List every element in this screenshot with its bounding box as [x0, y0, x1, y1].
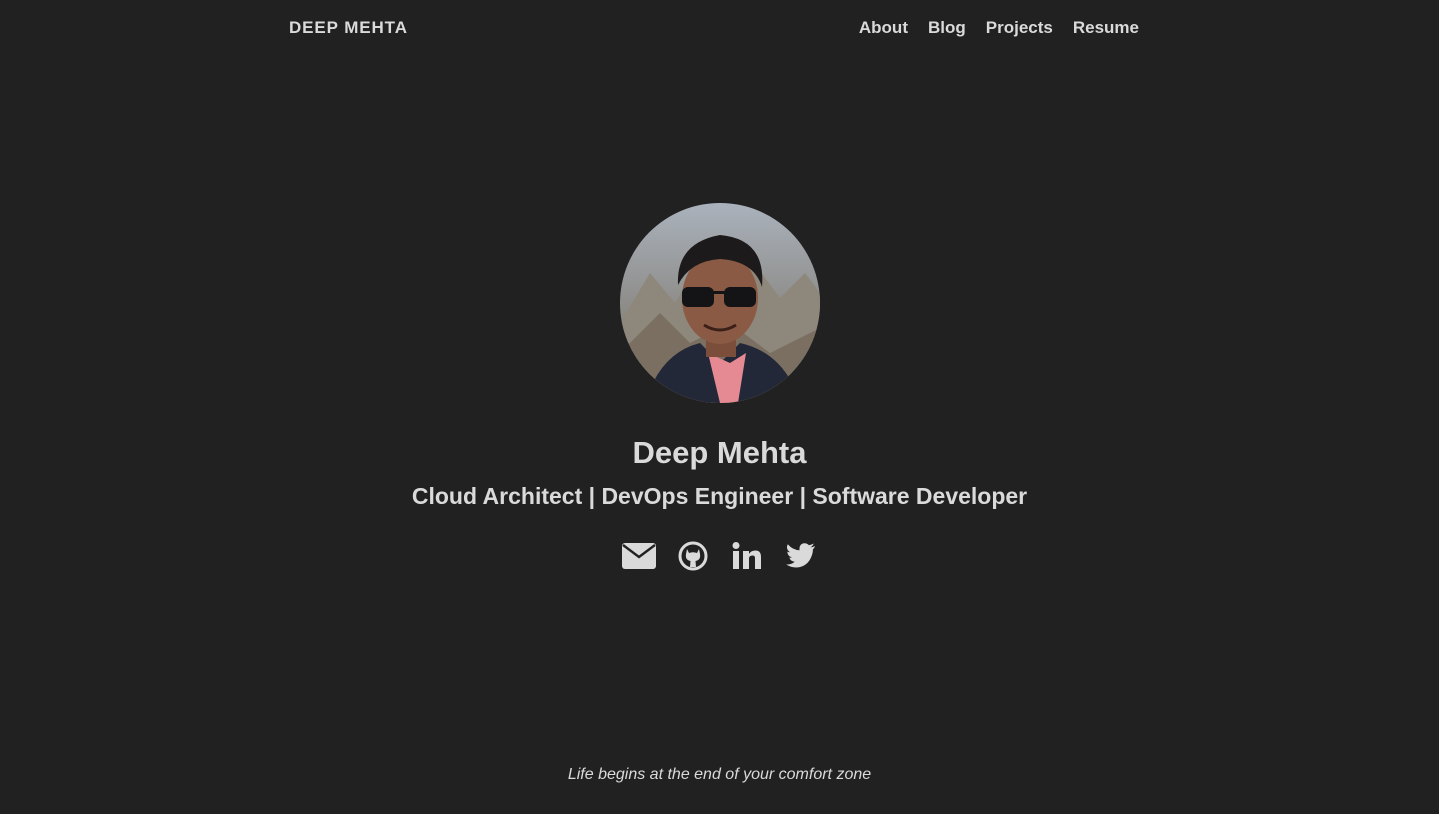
- github-icon: [678, 541, 707, 571]
- avatar-photo: [619, 203, 820, 403]
- profile-hero: Deep Mehta Cloud Architect | DevOps Engi…: [0, 203, 1439, 573]
- envelope-icon: [621, 543, 656, 569]
- github-link[interactable]: [676, 539, 710, 573]
- nav-link-blog[interactable]: Blog: [928, 18, 966, 38]
- footer-quote: Life begins at the end of your comfort z…: [567, 766, 872, 783]
- page: DEEP MEHTA About Blog Projects Resume De…: [0, 0, 1439, 814]
- site-brand-link[interactable]: DEEP MEHTA: [289, 18, 408, 38]
- profile-name: Deep Mehta: [632, 435, 807, 470]
- social-links: [621, 539, 818, 573]
- profile-tagline: Cloud Architect | DevOps Engineer | Soft…: [411, 483, 1028, 509]
- top-navbar: DEEP MEHTA About Blog Projects Resume: [289, 0, 1139, 56]
- avatar: [619, 203, 820, 403]
- nav-link-resume[interactable]: Resume: [1073, 18, 1139, 38]
- nav-link-projects[interactable]: Projects: [986, 18, 1053, 38]
- nav-menu: About Blog Projects Resume: [859, 18, 1139, 38]
- email-link[interactable]: [621, 539, 656, 573]
- twitter-link[interactable]: [784, 539, 818, 573]
- twitter-icon: [785, 543, 815, 568]
- nav-link-about[interactable]: About: [859, 18, 908, 38]
- linkedin-icon: [732, 542, 761, 569]
- linkedin-link[interactable]: [730, 539, 764, 573]
